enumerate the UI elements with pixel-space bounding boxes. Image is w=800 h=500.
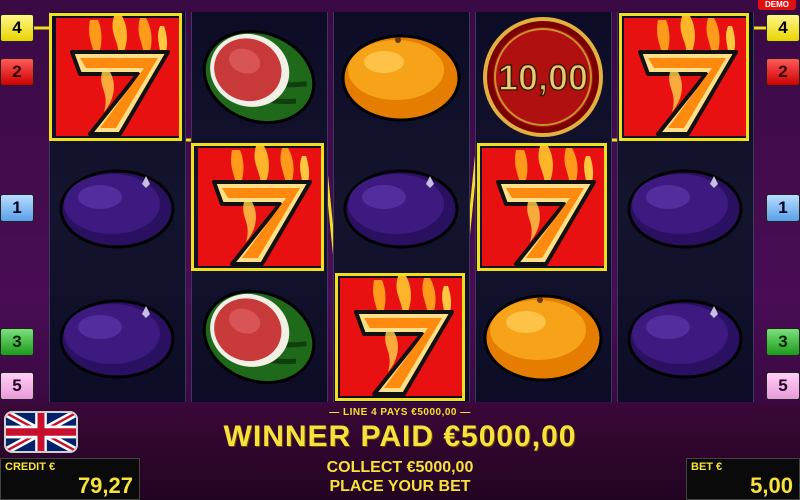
plum-symbol	[50, 142, 185, 272]
line-4-right-badge[interactable]: 4	[766, 14, 800, 42]
reels-area: 10,00	[0, 0, 800, 404]
bet-meter[interactable]: BET € 5,00	[686, 458, 800, 500]
demo-badge: DEMO	[758, 0, 796, 10]
credit-label: CREDIT €	[5, 461, 56, 473]
line-5-left-badge[interactable]: 5	[0, 372, 34, 400]
plum-symbol	[334, 142, 469, 272]
line-pays-text: — LINE 4 PAYS €5000,00 —	[329, 407, 471, 418]
place-bet-text: PLACE YOUR BET	[329, 478, 471, 495]
line-2-left-badge[interactable]: 2	[0, 58, 34, 86]
win-highlight-reel-3	[335, 273, 465, 401]
bet-value: 5,00	[750, 473, 793, 498]
coin-symbol: 10,00	[476, 12, 611, 142]
watermelon-symbol	[192, 272, 327, 402]
win-highlight-reel-2	[191, 143, 324, 271]
win-highlight-reel-4	[477, 143, 607, 271]
line-1-left-badge[interactable]: 1	[0, 194, 34, 222]
line-5-right-badge[interactable]: 5	[766, 372, 800, 400]
collect-text: COLLECT €5000,00	[326, 459, 474, 476]
language-button[interactable]	[4, 411, 78, 453]
watermelon-symbol	[192, 12, 327, 142]
plum-symbol	[50, 272, 185, 402]
win-highlight-reel-5	[619, 13, 749, 141]
credit-value: 79,27	[77, 473, 133, 498]
svg-text:10,00: 10,00	[498, 57, 588, 98]
win-highlight-reel-1	[49, 13, 182, 141]
line-2-right-badge[interactable]: 2	[766, 58, 800, 86]
plum-symbol	[618, 272, 753, 402]
plum-symbol	[618, 142, 753, 272]
winner-paid-text: WINNER PAID €5000,00	[223, 420, 577, 453]
orange-symbol	[334, 12, 469, 142]
uk-flag-icon	[6, 413, 76, 451]
bet-label: BET €	[691, 461, 723, 473]
line-3-left-badge[interactable]: 3	[0, 328, 34, 356]
line-3-right-badge[interactable]: 3	[766, 328, 800, 356]
line-4-left-badge[interactable]: 4	[0, 14, 34, 42]
credit-meter: CREDIT € 79,27	[0, 458, 140, 500]
orange-symbol	[476, 272, 611, 402]
line-1-right-badge[interactable]: 1	[766, 194, 800, 222]
